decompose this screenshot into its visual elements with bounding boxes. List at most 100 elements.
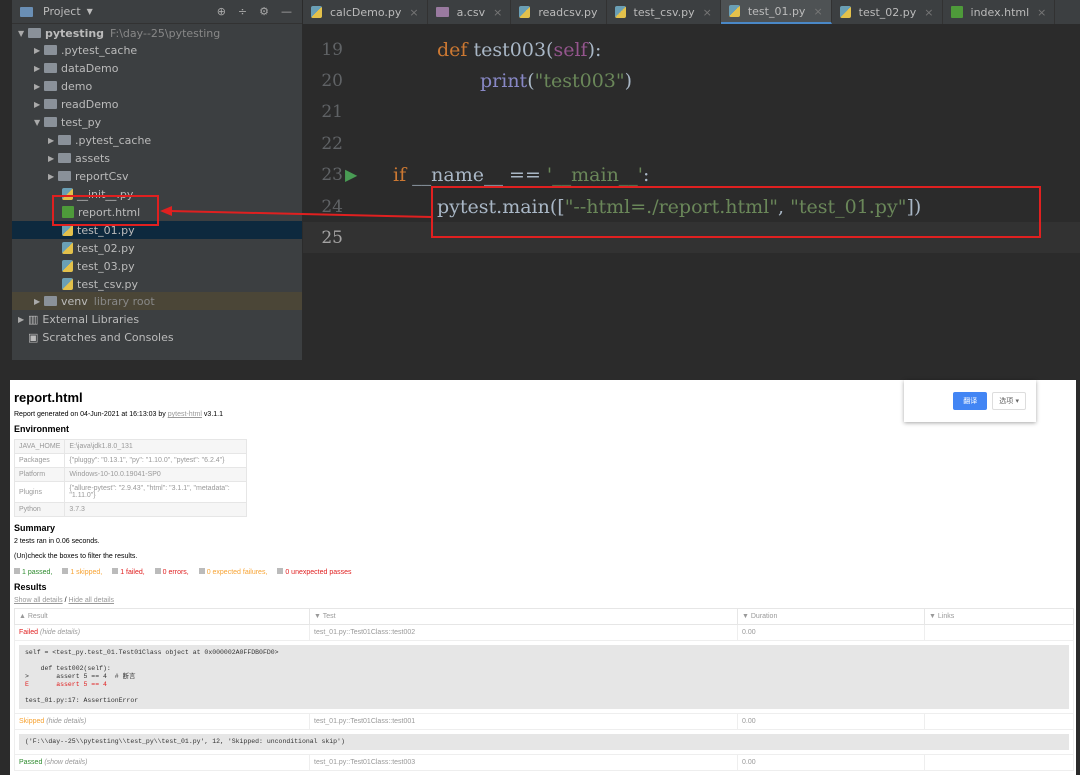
tree-item[interactable]: ▶ reportCsv [12, 167, 302, 185]
col-links[interactable]: ▼ Links [924, 608, 1074, 625]
tree-item[interactable]: ▼ test_py [12, 113, 302, 131]
collapse-icon[interactable]: ÷ [238, 5, 247, 18]
folder-icon [44, 63, 57, 73]
tree-item[interactable]: test_02.py [12, 239, 302, 257]
tree-item[interactable]: test_csv.py [12, 275, 302, 293]
folder-icon [44, 99, 57, 109]
tab-test-02[interactable]: test_02.py × [832, 0, 943, 24]
translate-button[interactable]: 翻译 [953, 392, 988, 410]
root-label: pytesting [45, 26, 105, 40]
run-icon[interactable]: ▶ [345, 165, 393, 184]
col-test[interactable]: ▼ Test [309, 608, 738, 625]
tree-item[interactable]: ▶ readDemo [12, 95, 302, 113]
locate-icon[interactable]: ⊕ [217, 5, 226, 18]
item-label: External Libraries [42, 312, 140, 326]
filter-xfail[interactable]: 0 expected failures, [198, 568, 272, 576]
minimize-icon[interactable]: — [281, 5, 292, 18]
col-duration[interactable]: ▼ Duration [737, 608, 925, 625]
tab-calcdemo[interactable]: calcDemo.py × [303, 0, 428, 24]
close-icon[interactable]: × [813, 5, 822, 18]
highlight-box [52, 195, 159, 226]
code-line: 20 print("test003") [321, 69, 633, 92]
folder-icon [44, 45, 57, 55]
tab-readcsv[interactable]: readcsv.py [511, 0, 607, 24]
col-result[interactable]: ▲ Result [14, 608, 310, 625]
summary-heading: Summary [14, 523, 56, 533]
close-icon[interactable]: × [924, 6, 933, 19]
close-icon[interactable]: × [493, 6, 502, 19]
hide-all-link[interactable]: Hide all details [69, 597, 115, 604]
skip-log: ('F:\\day--25\\pytesting\\test_py\\test_… [19, 734, 1069, 750]
environment-heading: Environment [14, 424, 70, 434]
folder-icon [58, 153, 71, 163]
item-label: .pytest_cache [75, 133, 152, 147]
scratches-icon: ▣ [28, 330, 39, 344]
filter-skipped[interactable]: 1 skipped, [62, 568, 106, 576]
tab-a-csv[interactable]: a.csv × [428, 0, 512, 24]
toggle-details[interactable]: (hide details) [40, 629, 80, 636]
tree-item[interactable]: ▶ venv library root [12, 292, 302, 310]
filter-xpass[interactable]: 0 unexpected passes [277, 568, 355, 576]
generated-text: Report generated on 04-Jun-2021 at 16:13… [14, 411, 166, 418]
project-dropdown[interactable]: Project [43, 5, 81, 18]
library-root-label: library root [93, 294, 155, 308]
code-line: 19 def test003(self): [321, 38, 602, 61]
chevron-down-icon[interactable]: ▼ [87, 7, 93, 16]
folder-icon [58, 171, 71, 181]
version-text: v3.1.1 [203, 411, 223, 418]
tree-root[interactable]: ▼ pytesting F:\day--25\pytesting [12, 24, 302, 42]
tree-item[interactable]: ▶ demo [12, 77, 302, 95]
failure-log: self = <test_py.test_01.Test01Class obje… [19, 645, 1069, 709]
tab-test-csv[interactable]: test_csv.py × [607, 0, 721, 24]
filter-failed[interactable]: 1 failed, [112, 568, 149, 576]
tab-test-01[interactable]: test_01.py × [720, 0, 832, 24]
results-table: ▲ Result ▼ Test ▼ Duration ▼ Links Failed (… [14, 608, 1074, 771]
item-label: demo [61, 79, 93, 93]
pytest-html-link[interactable]: pytest-html [168, 411, 202, 418]
html-report: report.html Report generated on 04-Jun-2… [10, 380, 1076, 775]
tree-item[interactable]: ▶ assets [12, 149, 302, 167]
pycharm-ide: Project ▼ ⊕ ÷ ⚙ — ▼ pytesting F:\day--25\pytes… [0, 0, 1080, 360]
toggle-details[interactable]: (hide details) [46, 718, 86, 725]
python-file-icon [62, 242, 73, 254]
folder-icon [58, 135, 71, 145]
filter-errors[interactable]: 0 errors, [154, 568, 193, 576]
show-all-link[interactable]: Show all details [14, 597, 63, 604]
folder-icon [44, 117, 57, 127]
tree-item[interactable]: ▣ Scratches and Consoles [12, 328, 302, 346]
tree-item[interactable]: test_03.py [12, 257, 302, 275]
code-line: 21 [321, 101, 343, 122]
tree-item[interactable]: ▶ dataDemo [12, 59, 302, 77]
tree-item[interactable]: ▶ .pytest_cache [12, 131, 302, 149]
item-label: readDemo [61, 97, 119, 111]
tab-index-html[interactable]: index.html × [943, 0, 1056, 24]
gear-icon[interactable]: ⚙ [259, 5, 269, 18]
project-header: Project ▼ ⊕ ÷ ⚙ — [12, 0, 302, 24]
root-path: F:\day--25\pytesting [110, 26, 221, 40]
environment-table: JAVA_HOME E:\java\jdk1.8.0_131 Packages {"… [13, 439, 247, 517]
results-heading: Results [14, 582, 47, 592]
filter-hint: (Un)check the boxes to filter the result… [14, 553, 138, 560]
libraries-icon: ▥ [28, 312, 39, 326]
item-label: venv [61, 294, 88, 308]
project-icon [20, 6, 33, 17]
options-dropdown[interactable]: 选项 ▾ [992, 392, 1026, 410]
editor-tabs: calcDemo.py × a.csv × readcsv.py test_csv.… [303, 0, 1080, 24]
table-row: Failed (hide details) test_01.py::Test01C… [14, 624, 1074, 641]
arrow-icon [160, 206, 433, 218]
summary-text: 2 tests ran in 0.06 seconds. [14, 538, 100, 545]
tree-item[interactable]: ▶ .pytest_cache [12, 41, 302, 59]
highlight-box [431, 186, 1041, 238]
close-icon[interactable]: × [703, 6, 712, 19]
item-label: dataDemo [61, 61, 119, 75]
filter-passed[interactable]: 1 passed, [14, 568, 56, 576]
tree-item[interactable]: ▶ ▥ External Libraries [12, 310, 302, 328]
close-icon[interactable]: × [1037, 6, 1046, 19]
item-label: test_03.py [77, 259, 135, 273]
item-label: test_py [61, 115, 102, 129]
toggle-details[interactable]: (show details) [44, 759, 87, 766]
close-icon[interactable]: × [409, 6, 418, 19]
item-label: test_02.py [77, 241, 135, 255]
filters: 1 passed, 1 skipped, 1 failed, 0 errors,… [14, 568, 1072, 576]
project-sidebar: Project ▼ ⊕ ÷ ⚙ — ▼ pytesting F:\day--25\pytes… [12, 0, 302, 360]
